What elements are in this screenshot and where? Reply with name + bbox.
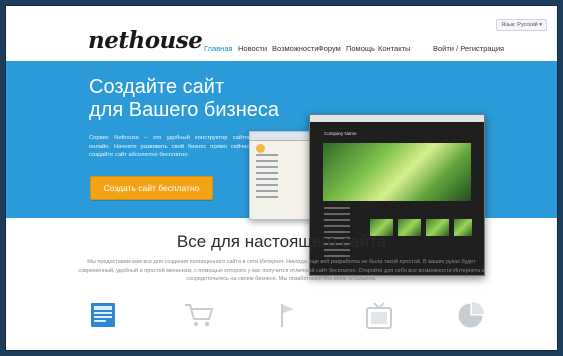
features-description: Мы предоставим вам все для создания полн…	[78, 259, 485, 283]
create-site-button[interactable]: Создать сайт бесплатно	[90, 176, 213, 200]
hero-title: Создайте сайт для Вашего бизнеса	[89, 76, 279, 122]
palm-banner-image	[323, 143, 471, 201]
flag-icon	[279, 302, 299, 333]
site-header: nethouse Главная Новости Возможности Фор…	[6, 6, 557, 61]
editor-sidebar	[256, 154, 278, 202]
nav-item-features[interactable]: Возможности	[272, 44, 318, 53]
logo[interactable]: nethouse	[88, 27, 203, 54]
page-frame: nethouse Главная Новости Возможности Фор…	[6, 6, 557, 350]
nav-item-home[interactable]: Главная	[204, 44, 233, 53]
hero-description: Сервис Nethouse – это удобный конструкто…	[89, 135, 251, 159]
nav-item-help[interactable]: Помощь	[346, 44, 375, 53]
layout-icon	[90, 302, 116, 333]
app-icon	[256, 144, 265, 153]
features-title: Все для настоящего сайта	[176, 232, 387, 251]
hero-section: Создайте сайт для Вашего бизнеса Сервис …	[6, 61, 557, 276]
language-select[interactable]: Язык: Русский ▾	[496, 19, 547, 31]
tv-icon	[365, 302, 393, 335]
screenshot-brand: Company Name	[324, 131, 357, 136]
login-register-link[interactable]: Войти / Регистрация	[433, 44, 504, 53]
hero-title-line-1: Создайте сайт	[89, 76, 225, 98]
cart-icon	[184, 302, 214, 333]
nav-item-news[interactable]: Новости	[238, 44, 267, 53]
pie-chart-icon	[457, 302, 484, 334]
nav-item-contacts[interactable]: Контакты	[378, 44, 410, 53]
nav-item-forum[interactable]: Форум	[318, 44, 341, 53]
browser-titlebar	[310, 115, 484, 122]
hero-title-line-2: для Вашего бизнеса	[89, 99, 279, 121]
